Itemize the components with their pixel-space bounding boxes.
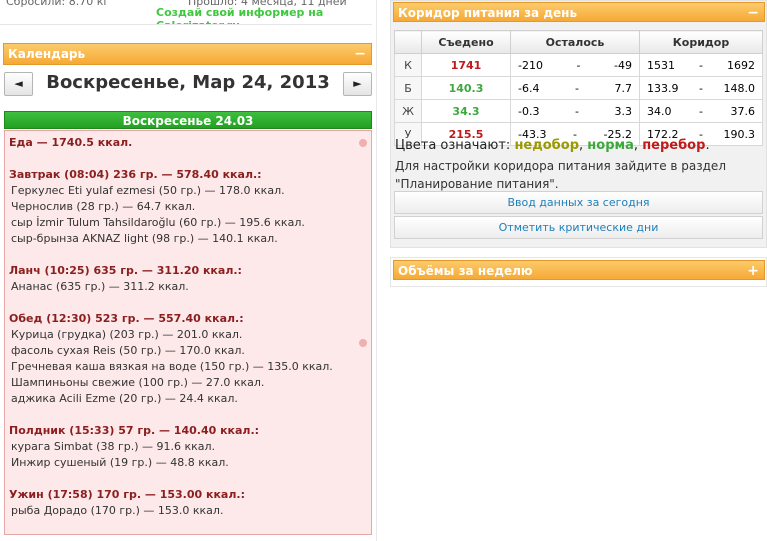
food-item: Геркулес Eti yulaf ezmesi (50 гр.) — 178… <box>11 184 285 197</box>
column-divider <box>376 0 377 541</box>
left-column: Сбросили: 8.70 кг Прошло: 4 месяца, 11 д… <box>0 0 377 541</box>
colors-prefix: Цвета означают: <box>395 138 511 153</box>
eaten-value: 140.3 <box>421 76 511 100</box>
table-row: К 1741 -210- -49 1531-1692 <box>394 53 763 77</box>
create-informer-link[interactable]: Создай свой информер на Calorizator.ru <box>156 6 372 24</box>
food-item: Гречневая каша вязкая на воде (150 гр.) … <box>11 360 333 373</box>
column-header: Коридор <box>639 30 763 54</box>
column-header: Осталось <box>510 30 640 54</box>
remaining-range: -6.4-7.7 <box>510 76 640 100</box>
corridor-title: Коридор питания за день <box>398 6 578 20</box>
food-item: Чернослив (28 гр.) — 64.7 ккал. <box>11 200 196 213</box>
food-item: Инжир сушеный (19 гр.) — 48.8 ккал. <box>11 456 229 469</box>
food-item: фасоль сухая Reis (50 гр.) — 170.0 ккал. <box>11 344 245 357</box>
day-bar[interactable]: Воскресенье 24.03 <box>4 111 372 129</box>
legend-norm: норма <box>587 138 634 153</box>
legend-under: недобор <box>514 138 579 153</box>
date-title: Воскресенье, Мар 24, 2013 <box>46 72 330 93</box>
corridor-range: 133.9-148.0 <box>639 76 763 100</box>
table-row: Б 140.3 -6.4-7.7 133.9-148.0 <box>394 76 763 100</box>
legend-over: перебор <box>642 138 706 153</box>
enter-today-data-button[interactable]: Ввод данных за сегодня <box>394 191 763 214</box>
meal-header-dinner-main: Обед (12:30) 523 гр. — 557.40 ккал.: <box>9 312 244 325</box>
corridor-range: 1531-1692 <box>639 53 763 77</box>
corridor-range: 34.0-37.6 <box>639 99 763 123</box>
meal-header-breakfast: Завтрак (08:04) 236 гр. — 578.40 ккал.: <box>9 168 262 181</box>
calendar-title: Календарь <box>8 47 86 61</box>
row-label: К <box>394 53 422 77</box>
mark-critical-days-button[interactable]: Отметить критические дни <box>394 216 763 239</box>
row-label: Ж <box>394 99 422 123</box>
collapse-icon[interactable]: − <box>354 44 366 64</box>
food-item: Ананас (635 гр.) — 311.2 ккал. <box>11 280 189 293</box>
prev-day-button[interactable]: ◄ <box>4 72 33 96</box>
corridor-table: Съедено Осталось Коридор К 1741 -210- -49… <box>394 30 763 146</box>
table-header-row: Съедено Осталось Коридор <box>394 30 763 54</box>
food-item: рыба Дорадо (170 гр.) — 153.0 ккал. <box>11 504 224 517</box>
expand-icon[interactable]: + <box>747 261 759 281</box>
corridor-header[interactable]: Коридор питания за день − <box>393 2 765 22</box>
food-total: Еда — 1740.5 ккал. <box>9 136 133 149</box>
settings-note: Для настройки коридора питания зайдите в… <box>395 159 726 191</box>
food-item: аджика Acili Ezme (20 гр.) — 24.4 ккал. <box>11 392 238 405</box>
remaining-range: -210- -49 <box>510 53 640 77</box>
food-log: Еда — 1740.5 ккал. Завтрак (08:04) 236 г… <box>4 130 372 535</box>
eaten-value: 34.3 <box>421 99 511 123</box>
volumes-title: Объёмы за неделю <box>398 264 533 278</box>
collapse-icon[interactable]: − <box>747 3 759 23</box>
food-item: курага Simbat (38 гр.) — 91.6 ккал. <box>11 440 216 453</box>
column-header: Съедено <box>421 30 511 54</box>
food-item: сыр İzmir Tulum Tahsildaroğlu (60 гр.) —… <box>11 216 305 229</box>
row-label: Б <box>394 76 422 100</box>
food-item: Курица (грудка) (203 гр.) — 201.0 ккал. <box>11 328 243 341</box>
food-item: сыр-брынза AKNAZ light (98 гр.) — 140.1 … <box>11 232 278 245</box>
volumes-header[interactable]: Объёмы за неделю + <box>393 260 765 280</box>
table-row: Ж 34.3 -0.3-3.3 34.0-37.6 <box>394 99 763 123</box>
column-header <box>394 30 422 54</box>
weight-lost-text: Сбросили: 8.70 кг <box>6 0 110 8</box>
food-item: Шампиньоны свежие (100 гр.) — 27.0 ккал. <box>11 376 265 389</box>
calendar-header[interactable]: Календарь − <box>3 43 372 65</box>
meal-header-snack: Полдник (15:33) 57 гр. — 140.40 ккал.: <box>9 424 260 437</box>
weight-informer: Сбросили: 8.70 кг Прошло: 4 месяца, 11 д… <box>0 0 372 25</box>
marker-dot-icon <box>359 139 367 147</box>
meal-header-supper: Ужин (17:58) 170 гр. — 153.00 ккал.: <box>9 488 245 501</box>
marker-dot-icon <box>359 339 367 347</box>
meal-header-lunch: Ланч (10:25) 635 гр. — 311.20 ккал.: <box>9 264 242 277</box>
eaten-value: 1741 <box>421 53 511 77</box>
next-day-button[interactable]: ► <box>343 72 372 96</box>
colors-legend: Цвета означают: недобор, норма, перебор. <box>395 138 710 153</box>
remaining-range: -0.3-3.3 <box>510 99 640 123</box>
